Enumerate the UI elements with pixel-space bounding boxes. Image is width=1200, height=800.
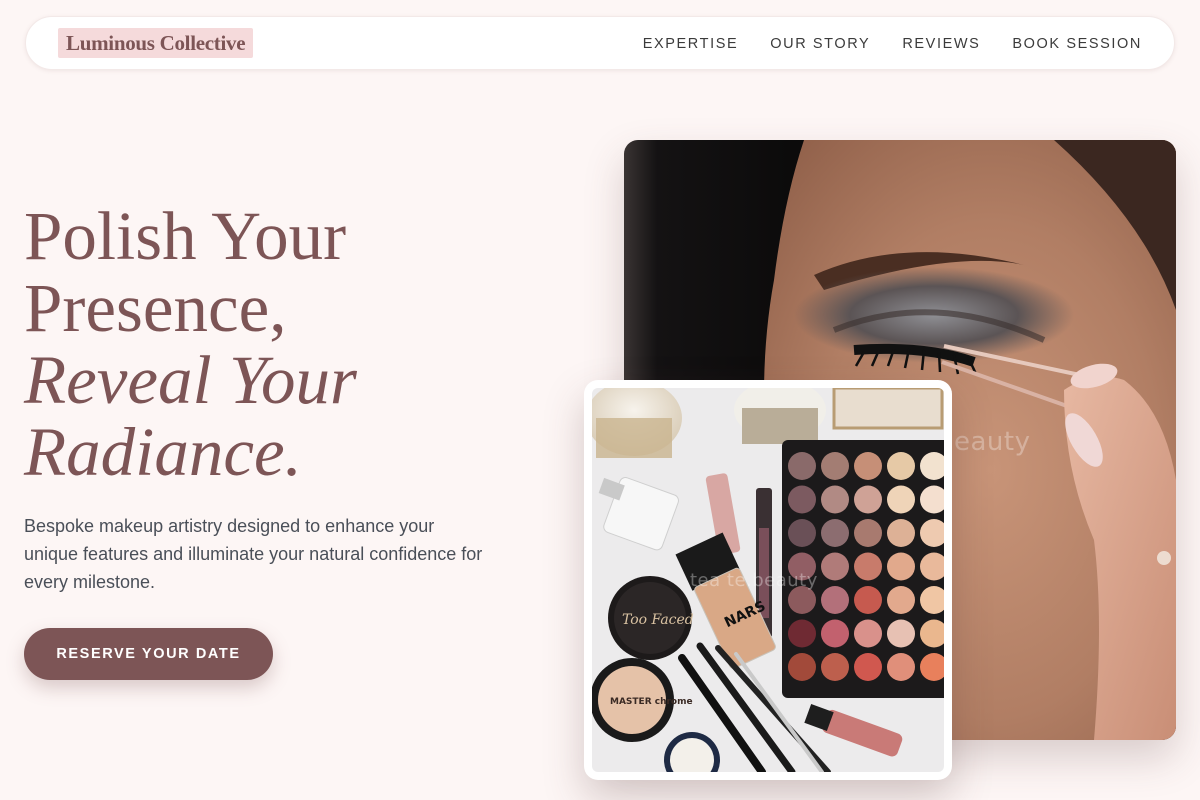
hero-headline: Polish Your Presence, Reveal Your Radian… [24, 200, 544, 488]
reserve-date-button[interactable]: RESERVE YOUR DATE [24, 628, 273, 680]
eyeshadow-pan [854, 586, 882, 614]
too-faced-label: Too Faced [622, 612, 694, 628]
eyeshadow-pan [854, 552, 882, 581]
brand-logo[interactable]: Luminous Collective [58, 28, 254, 58]
eyeshadow-pan [854, 452, 882, 480]
top-navigation: Luminous Collective EXPERTISE OUR STORY … [25, 16, 1175, 70]
nav-link-expertise[interactable]: EXPERTISE [643, 36, 739, 52]
eyeshadow-pan [788, 519, 816, 547]
eyeshadow-pan [821, 519, 849, 547]
hero-description: Bespoke makeup artistry designed to enha… [24, 516, 483, 592]
eyeshadow-pan [854, 619, 882, 648]
eyeshadow-pan [887, 619, 915, 648]
eyeshadow-pan [887, 485, 915, 514]
headline-line-1: Polish Your [24, 198, 347, 274]
flatlay-watermark-text: tea te.beauty [690, 570, 818, 591]
eyeshadow-pan [788, 452, 816, 480]
eyeshadow-pan [788, 485, 816, 514]
makeup-flatlay-photo: NARS Too Faced MASTER chrome tea te.beau… [592, 388, 944, 772]
eyeshadow-pan [821, 452, 849, 480]
eyeshadow-pan [854, 519, 882, 547]
eyeshadow-pan [887, 653, 915, 681]
headline-line-3: Reveal Your [24, 342, 357, 418]
eyeshadow-pan [821, 586, 849, 614]
eyeshadow-pan [887, 452, 915, 480]
eyeshadow-pan [887, 586, 915, 614]
eyeshadow-pan [821, 653, 849, 681]
eyeshadow-pan [821, 619, 849, 648]
eyeshadow-pan [788, 653, 816, 681]
headline-line-4: Radiance. [24, 414, 302, 490]
headline-line-2: Presence, [24, 270, 287, 346]
nav-menu: EXPERTISE OUR STORY REVIEWS BOOK SESSION [611, 17, 1142, 71]
nav-link-book-session[interactable]: BOOK SESSION [1012, 36, 1142, 52]
master-chrome-label: MASTER chrome [610, 697, 693, 707]
watermark-text: eauty [954, 427, 1031, 457]
nav-link-our-story[interactable]: OUR STORY [770, 36, 870, 52]
eyeshadow-pan [887, 552, 915, 581]
eyeshadow-pan [887, 519, 915, 547]
makeup-flatlay-card: NARS Too Faced MASTER chrome tea te.beau… [584, 380, 952, 780]
eyeshadow-pan [854, 653, 882, 681]
eyeshadow-pan [788, 619, 816, 648]
eyeshadow-pan [854, 485, 882, 514]
eyeshadow-pan [821, 485, 849, 514]
nav-link-reviews[interactable]: REVIEWS [902, 36, 980, 52]
eyeshadow-pan [821, 552, 849, 581]
